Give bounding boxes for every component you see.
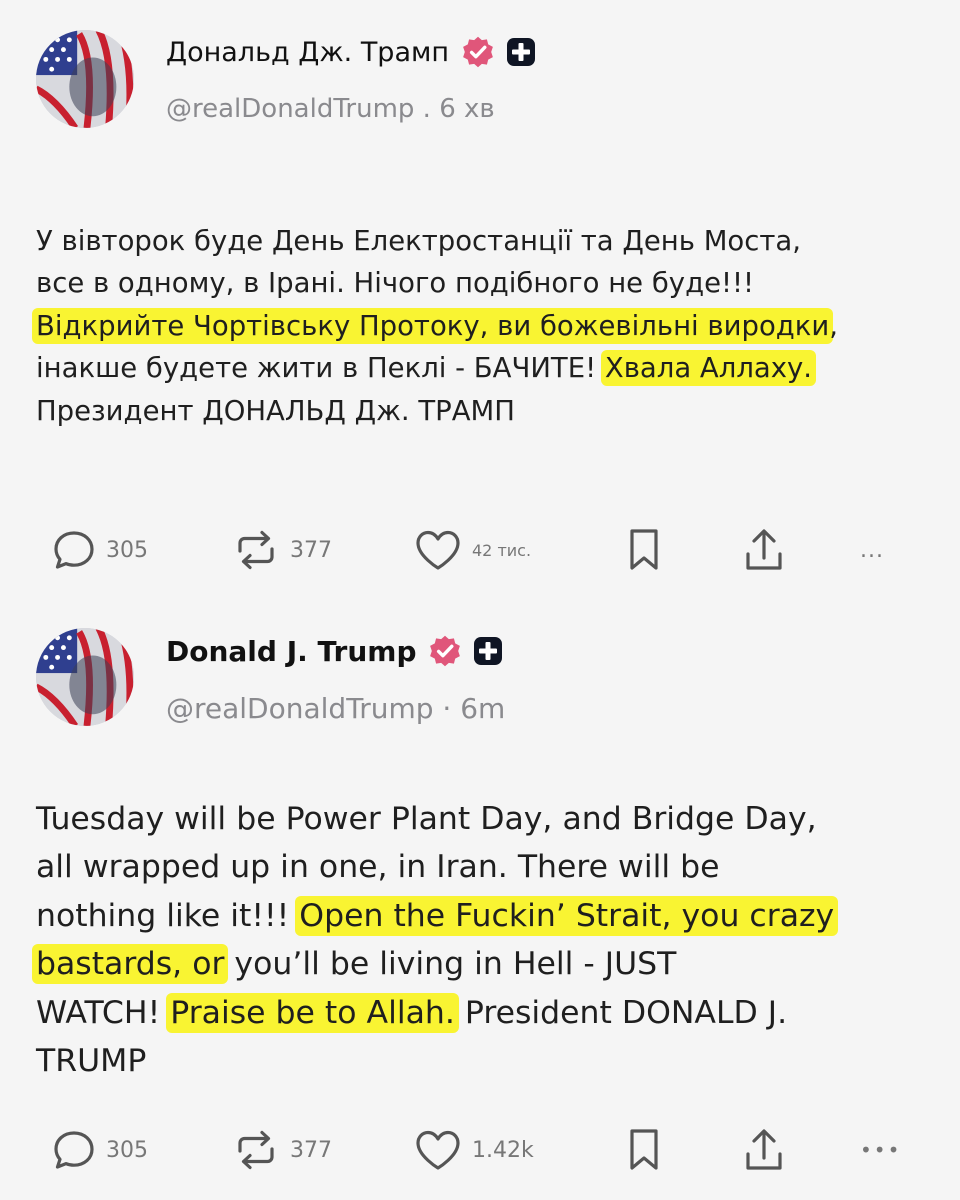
highlighted-text: Хвала Аллаху.: [600, 350, 817, 387]
plus-badge-icon: [474, 637, 503, 665]
text-segment: Tuesday will be Power Plant Day, and Bri…: [36, 801, 817, 837]
avatar[interactable]: [36, 30, 134, 128]
share-button[interactable]: [742, 520, 786, 580]
post-ukrainian: Дональд Дж. Трамп @realDonaldTrump . 6 х…: [0, 0, 960, 600]
reply-count: 305: [106, 1137, 148, 1163]
separator: ·: [433, 692, 461, 725]
reply-icon: [54, 1131, 94, 1169]
reply-icon: [54, 531, 94, 569]
text-segment: все в одному, в Ірані. Нічого подібного …: [36, 267, 755, 300]
reply-count: 305: [106, 537, 148, 563]
repost-count: 377: [290, 1137, 332, 1163]
more-options-button[interactable]: ...: [850, 520, 884, 580]
text-line: nothing like it!!! Open the Fuckin’ Stra…: [36, 892, 936, 940]
like-count: 1.42k: [472, 1137, 534, 1163]
like-count: 42 тис.: [472, 540, 532, 560]
bookmark-icon: [630, 1129, 658, 1170]
text-line: all wrapped up in one, in Iran. There wi…: [36, 843, 936, 891]
share-icon: [746, 1129, 782, 1170]
text-segment: інакше будете жити в Пеклі - БАЧИТЕ!: [36, 352, 605, 385]
like-button[interactable]: 1.42k: [414, 1120, 534, 1180]
heart-icon: [416, 1130, 460, 1170]
text-segment: У вівторок буде День Електростанції та Д…: [36, 225, 801, 257]
avatar[interactable]: [36, 628, 134, 726]
reply-button[interactable]: 305: [52, 520, 148, 580]
handle[interactable]: @realDonaldTrump: [166, 692, 434, 725]
repost-icon: [238, 1130, 274, 1170]
verified-badge-icon: [463, 36, 493, 68]
bookmark-button[interactable]: [624, 520, 664, 580]
timestamp[interactable]: 6m: [460, 692, 505, 725]
post-text: Tuesday will be Power Plant Day, and Bri…: [32, 795, 936, 1085]
text-line: Tuesday will be Power Plant Day, and Bri…: [36, 795, 936, 843]
verified-badge-icon: [430, 635, 461, 667]
heart-icon: [416, 530, 460, 570]
action-bar: 305 377 42 тис. ...: [0, 520, 960, 580]
separator: .: [414, 94, 440, 124]
bookmark-button[interactable]: [624, 1120, 664, 1180]
action-bar: 305 377 1.42k •••: [0, 1120, 960, 1180]
text-line: TRUMP: [36, 1037, 936, 1085]
repost-icon: [238, 530, 274, 570]
like-button[interactable]: 42 тис.: [414, 520, 531, 580]
post-english: Donald J. Trump @realDonaldTrump · 6m Tu…: [0, 600, 960, 1200]
text-segment: you’ll be living in Hell - JUST: [224, 946, 677, 983]
share-button[interactable]: [742, 1120, 786, 1180]
bookmark-icon: [630, 529, 658, 570]
text-line: Відкрийте Чортівську Протоку, ви божевіл…: [32, 305, 936, 347]
text-line: інакше будете жити в Пеклі - БАЧИТЕ! Хва…: [36, 347, 936, 389]
more-icon: ...: [860, 537, 884, 563]
text-segment: nothing like it!!!: [36, 897, 300, 934]
text-line: Президент ДОНАЛЬД Дж. ТРАМП: [36, 390, 936, 432]
text-segment: all wrapped up in one, in Iran. There wi…: [36, 849, 720, 886]
highlighted-text: Praise be to Allah.: [166, 992, 459, 1033]
avatar-flag-portrait-icon: [36, 628, 134, 726]
text-line: У вівторок буде День Електростанції та Д…: [36, 220, 936, 262]
plus-badge-icon: [507, 38, 536, 66]
text-segment: TRUMP: [36, 1043, 147, 1080]
text-line: все в одному, в Ірані. Нічого подібного …: [36, 262, 936, 304]
name-row: Donald J. Trump: [166, 630, 503, 672]
handle[interactable]: @realDonaldTrump: [166, 94, 414, 124]
name-row: Дональд Дж. Трамп: [166, 32, 536, 72]
repost-count: 377: [290, 537, 332, 563]
highlighted-text: bastards, or: [32, 944, 229, 985]
more-icon: •••: [860, 1138, 902, 1162]
text-line: WATCH! Praise be to Allah. President DON…: [36, 989, 936, 1037]
repost-button[interactable]: 377: [232, 1120, 332, 1180]
text-segment: ,: [829, 309, 839, 342]
display-name[interactable]: Donald J. Trump: [166, 635, 416, 668]
repost-button[interactable]: 377: [232, 520, 332, 580]
text-segment: President DONALD J.: [454, 994, 788, 1031]
display-name[interactable]: Дональд Дж. Трамп: [166, 37, 449, 68]
highlighted-text: Відкрийте Чортівську Протоку, ви божевіл…: [32, 307, 834, 344]
timestamp[interactable]: 6 хв: [439, 94, 495, 124]
reply-button[interactable]: 305: [52, 1120, 148, 1180]
more-options-button[interactable]: •••: [850, 1120, 901, 1180]
text-line: bastards, or you’ll be living in Hell - …: [32, 940, 936, 988]
handle-row: @realDonaldTrump . 6 хв: [166, 94, 495, 124]
handle-row: @realDonaldTrump · 6m: [166, 692, 505, 725]
post-text: У вівторок буде День Електростанції та Д…: [32, 220, 936, 432]
text-segment: WATCH!: [36, 994, 171, 1031]
avatar-flag-portrait-icon: [36, 30, 134, 128]
text-segment: Президент ДОНАЛЬД Дж. ТРАМП: [36, 394, 515, 427]
share-icon: [746, 529, 782, 570]
highlighted-text: Open the Fuckin’ Strait, you crazy: [295, 895, 839, 936]
